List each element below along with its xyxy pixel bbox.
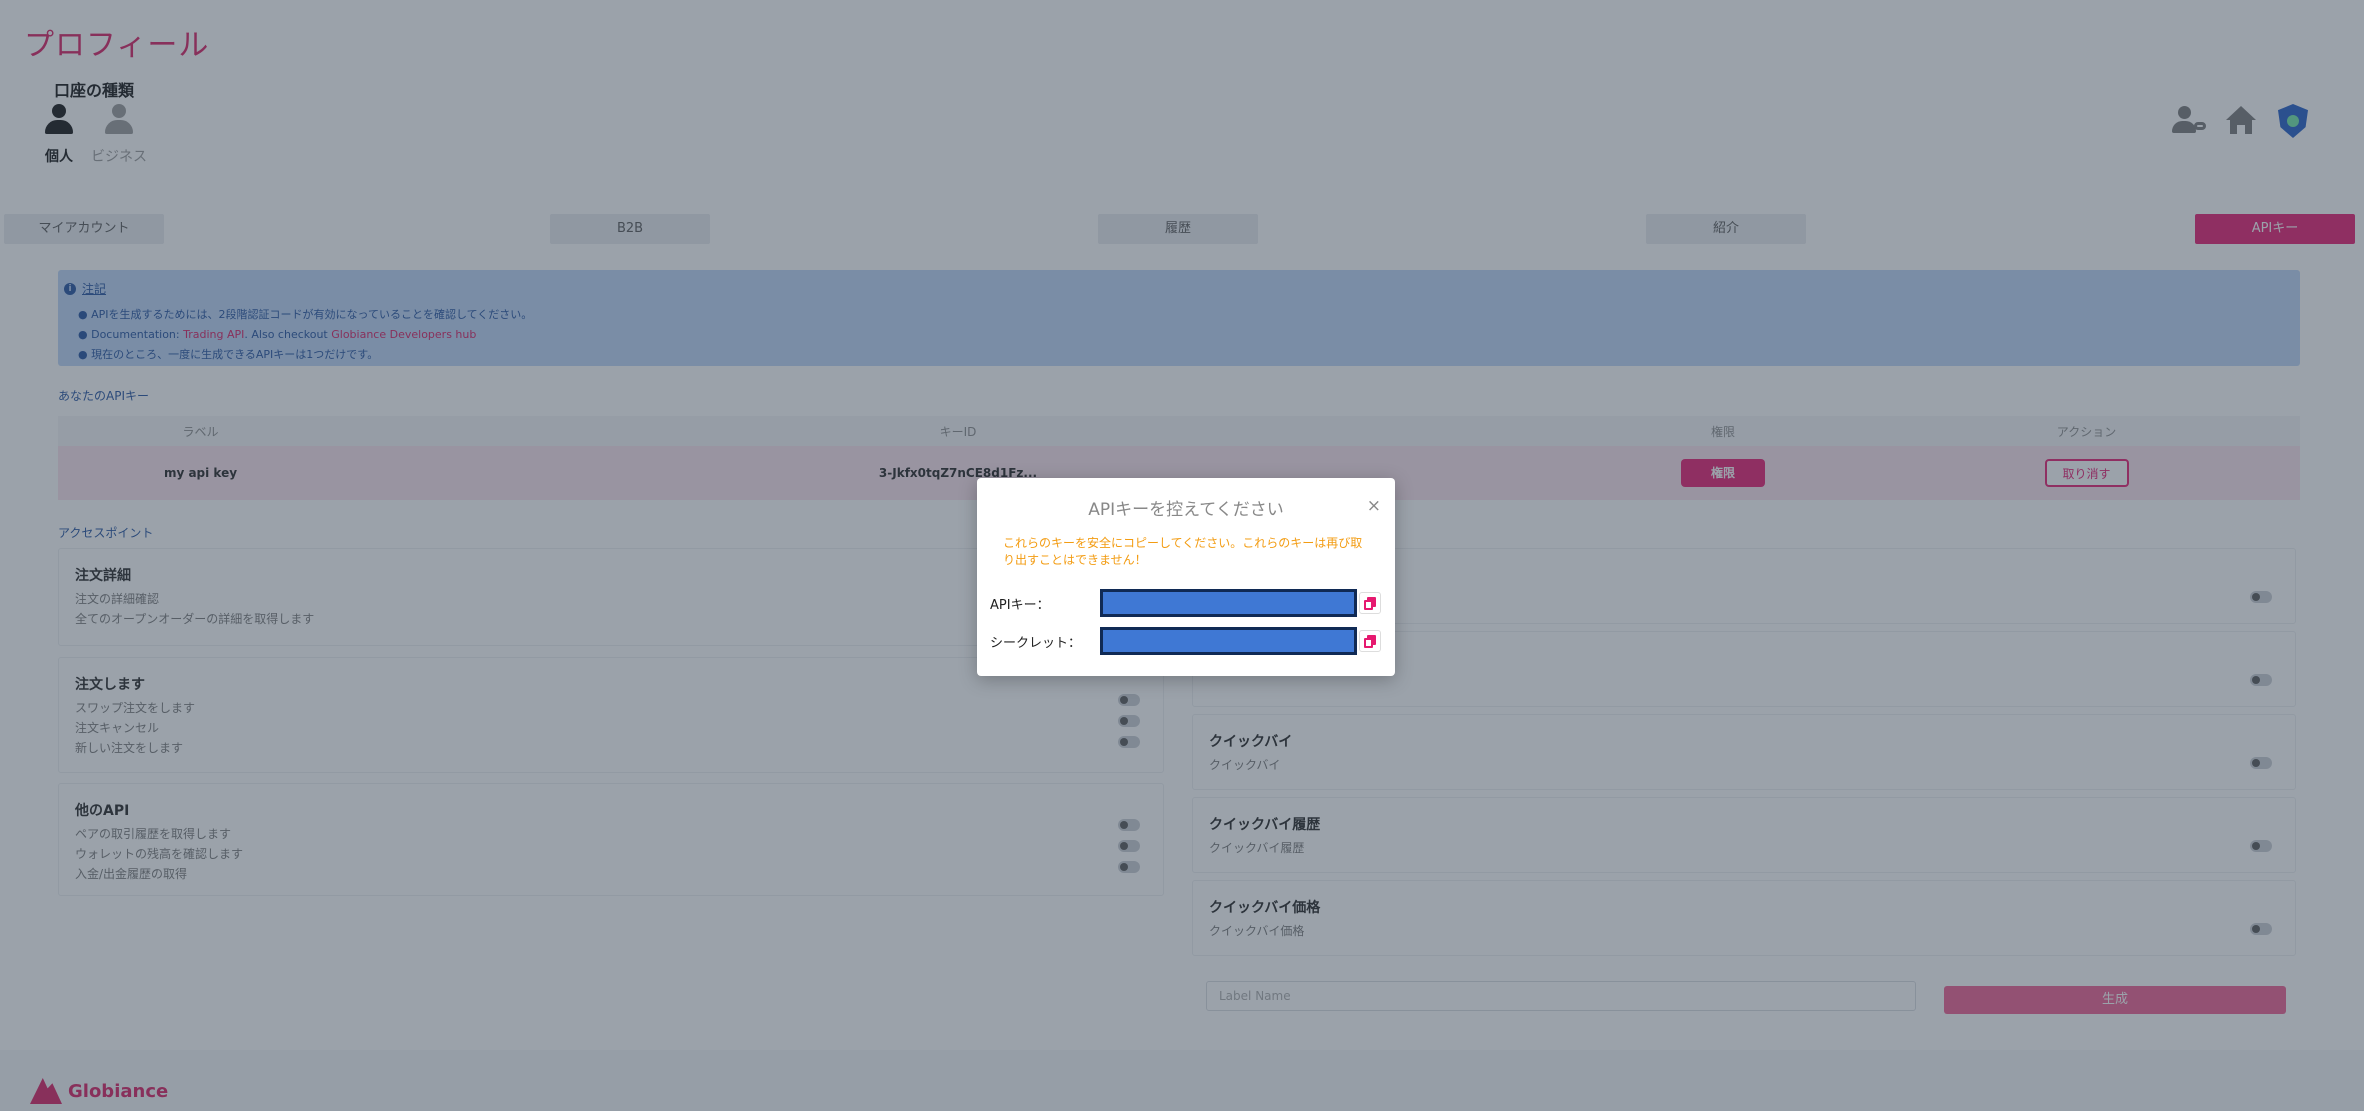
modal-warning: これらのキーを安全にコピーしてください。これらのキーは再び取り出すことはできませ… xyxy=(1003,536,1363,567)
copy-api-key-icon[interactable] xyxy=(1359,592,1381,614)
api-key-row: APIキー： xyxy=(990,588,1381,618)
secret-label: シークレット： xyxy=(990,635,1082,651)
api-key-field[interactable] xyxy=(1100,589,1357,617)
secret-row: シークレット： xyxy=(990,626,1381,656)
modal-title: APIキーを控えてください xyxy=(1088,500,1284,520)
api-key-label: APIキー： xyxy=(990,597,1050,613)
secret-field[interactable] xyxy=(1100,627,1357,655)
api-key-modal: APIキーを控えてください × これらのキーを安全にコピーしてください。これらの… xyxy=(977,478,1395,676)
copy-secret-icon[interactable] xyxy=(1359,630,1381,652)
close-icon[interactable]: × xyxy=(1367,496,1381,516)
